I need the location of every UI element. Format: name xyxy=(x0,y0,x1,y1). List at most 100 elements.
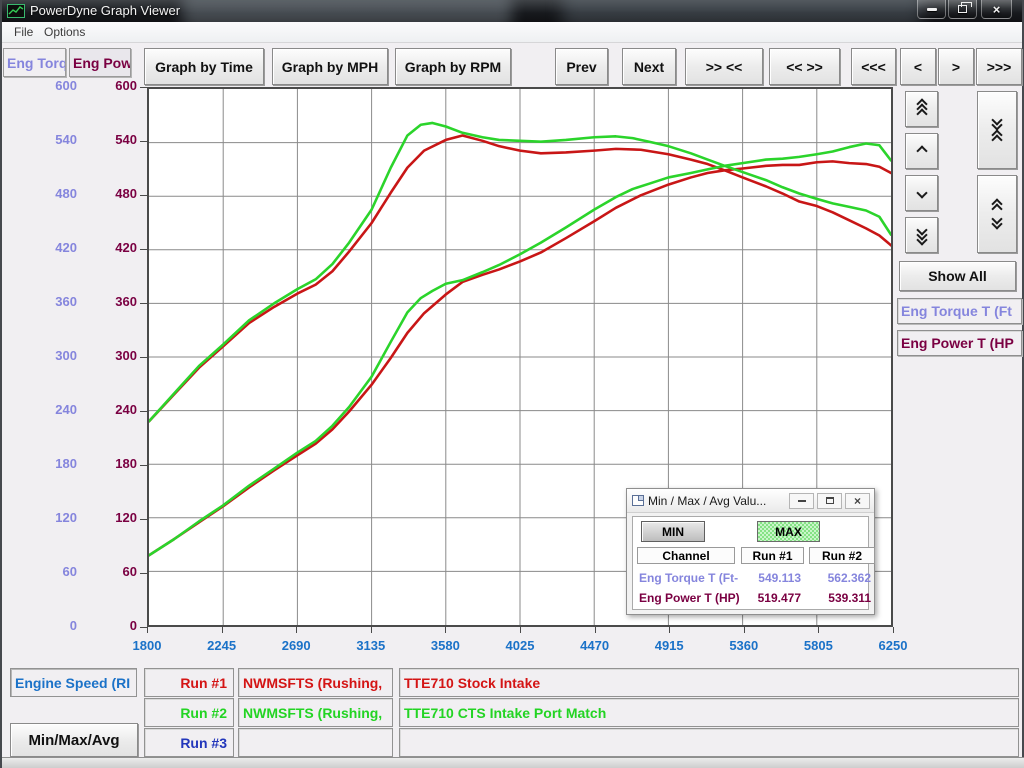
minmax-column-run2: Run #2 xyxy=(809,547,875,564)
scroll-right-button[interactable]: > xyxy=(938,48,974,85)
power-axis-tick-label: 300 xyxy=(82,348,137,363)
scroll-down-button[interactable] xyxy=(905,175,938,211)
x-axis-tick-label: 5360 xyxy=(714,638,774,653)
x-axis-tick-mark xyxy=(893,627,894,633)
minmax-window-icon xyxy=(632,495,644,506)
menu-bar: File Options xyxy=(2,22,1022,43)
power-axis-tick-label: 120 xyxy=(82,510,137,525)
power-axis-tick-label: 540 xyxy=(82,132,137,147)
x-axis-tick-mark xyxy=(371,627,372,633)
minmax-row-run2-value: 562.362 xyxy=(809,571,871,585)
y-axis-tick-mark xyxy=(140,411,147,412)
minmax-row-channel: Eng Power T (HP) xyxy=(639,591,740,605)
powerdyne-window: PowerDyne Graph Viewer × File Options En… xyxy=(0,0,1024,768)
power-axis-tick-label: 60 xyxy=(82,564,137,579)
window-title: PowerDyne Graph Viewer xyxy=(30,3,180,18)
graph-by-time-button[interactable]: Graph by Time xyxy=(144,48,264,85)
minmax-row-run2-value: 539.311 xyxy=(809,591,871,605)
legend-run-description-field[interactable]: TTE710 CTS Intake Port Match xyxy=(399,698,1019,727)
minmax-window-titlebar[interactable]: Min / Max / Avg Valu... × xyxy=(627,489,874,513)
y-axis-tick-mark xyxy=(140,627,147,628)
legend-run-description-field[interactable] xyxy=(399,728,1019,757)
next-button[interactable]: Next xyxy=(622,48,676,85)
torque-channel-selector[interactable]: Eng Torque T (Ft xyxy=(897,298,1022,324)
minmax-column-run1: Run #1 xyxy=(741,547,804,564)
minmax-close-button[interactable]: × xyxy=(845,493,870,509)
x-axis-tick-label: 1800 xyxy=(117,638,177,653)
scroll-left-button[interactable]: < xyxy=(900,48,936,85)
minmax-row-run1-value: 519.477 xyxy=(741,591,801,605)
x-axis-tick-mark xyxy=(744,627,745,633)
scroll-left-fast-button[interactable]: <<< xyxy=(851,48,896,85)
graph-by-rpm-button[interactable]: Graph by RPM xyxy=(395,48,511,85)
prev-button[interactable]: Prev xyxy=(555,48,608,85)
torque-axis-tick-label: 480 xyxy=(20,186,77,201)
y-axis-tick-mark xyxy=(140,573,147,574)
zoom-in-x-button[interactable]: >> << xyxy=(685,48,763,85)
legend-run-description-field[interactable]: TTE710 Stock Intake xyxy=(399,668,1019,697)
legend-run-file-field[interactable]: NWMSFTS (Rushing, xyxy=(238,698,393,727)
menu-options[interactable]: Options xyxy=(38,24,91,41)
x-axis-tick-label: 3580 xyxy=(415,638,475,653)
legend-run-file-field[interactable]: NWMSFTS (Rushing, xyxy=(238,668,393,697)
channel-button-power[interactable]: Eng Powe xyxy=(69,48,131,77)
y-axis-tick-mark xyxy=(140,303,147,304)
scroll-up-button[interactable] xyxy=(905,133,938,169)
scroll-up-fast-button[interactable] xyxy=(905,91,938,127)
zoom-out-x-button[interactable]: << >> xyxy=(769,48,840,85)
graph-by-mph-button[interactable]: Graph by MPH xyxy=(272,48,388,85)
x-axis-tick-mark xyxy=(595,627,596,633)
minimize-icon xyxy=(798,500,806,502)
x-axis-tick-label: 6250 xyxy=(863,638,923,653)
x-axis-tick-mark xyxy=(669,627,670,633)
restore-button[interactable] xyxy=(948,0,977,19)
x-axis-tick-label: 5805 xyxy=(788,638,848,653)
y-axis-tick-mark xyxy=(140,519,147,520)
torque-axis-tick-label: 300 xyxy=(20,348,77,363)
scroll-right-fast-button[interactable]: >>> xyxy=(976,48,1022,85)
torque-axis-tick-label: 540 xyxy=(20,132,77,147)
expand-vertical-icon xyxy=(993,200,1001,228)
minmax-row-run1-value: 549.113 xyxy=(741,571,801,585)
compress-vertical-button[interactable] xyxy=(977,91,1017,169)
minmax-window[interactable]: Min / Max / Avg Valu... × MIN MAX Channe… xyxy=(626,488,875,615)
expand-vertical-button[interactable] xyxy=(977,175,1017,253)
triple-chevron-up-icon xyxy=(918,100,926,118)
minmax-column-channel: Channel xyxy=(637,547,735,564)
compress-vertical-icon xyxy=(993,116,1001,144)
chevron-down-icon xyxy=(918,189,926,197)
minmaxavg-button[interactable]: Min/Max/Avg xyxy=(10,723,138,757)
x-axis-tick-mark xyxy=(520,627,521,633)
power-axis-tick-label: 0 xyxy=(82,618,137,633)
torque-axis-tick-label: 600 xyxy=(20,78,77,93)
minimize-button[interactable] xyxy=(917,0,946,19)
power-axis-tick-label: 600 xyxy=(82,78,137,93)
power-axis-tick-label: 420 xyxy=(82,240,137,255)
x-channel-selector[interactable]: Engine Speed (RI xyxy=(10,668,137,697)
x-axis-tick-label: 4470 xyxy=(565,638,625,653)
x-axis-tick-mark xyxy=(445,627,446,633)
torque-axis-tick-label: 360 xyxy=(20,294,77,309)
title-bar[interactable]: PowerDyne Graph Viewer × xyxy=(2,0,1022,22)
titlebar-glass-reflection xyxy=(562,0,922,22)
minmax-restore-button[interactable] xyxy=(817,493,842,509)
x-axis-tick-mark xyxy=(147,627,148,633)
min-button[interactable]: MIN xyxy=(641,521,705,542)
show-all-button[interactable]: Show All xyxy=(899,261,1016,291)
power-channel-selector[interactable]: Eng Power T (HP xyxy=(897,330,1022,356)
x-axis-tick-label: 2245 xyxy=(192,638,252,653)
legend-run-file-field[interactable] xyxy=(238,728,393,757)
max-button[interactable]: MAX xyxy=(757,521,820,542)
channel-button-torque[interactable]: Eng Torq xyxy=(3,48,66,77)
power-axis-tick-label: 480 xyxy=(82,186,137,201)
close-icon: × xyxy=(993,3,1001,16)
torque-axis-tick-label: 240 xyxy=(20,402,77,417)
legend-run-label: Run #2 xyxy=(144,698,234,727)
close-button[interactable]: × xyxy=(981,0,1012,19)
torque-axis-tick-label: 60 xyxy=(20,564,77,579)
minmax-minimize-button[interactable] xyxy=(789,493,814,509)
x-axis-tick-mark xyxy=(222,627,223,633)
x-axis-tick-label: 4915 xyxy=(639,638,699,653)
menu-file[interactable]: File xyxy=(8,24,39,41)
scroll-down-fast-button[interactable] xyxy=(905,217,938,253)
